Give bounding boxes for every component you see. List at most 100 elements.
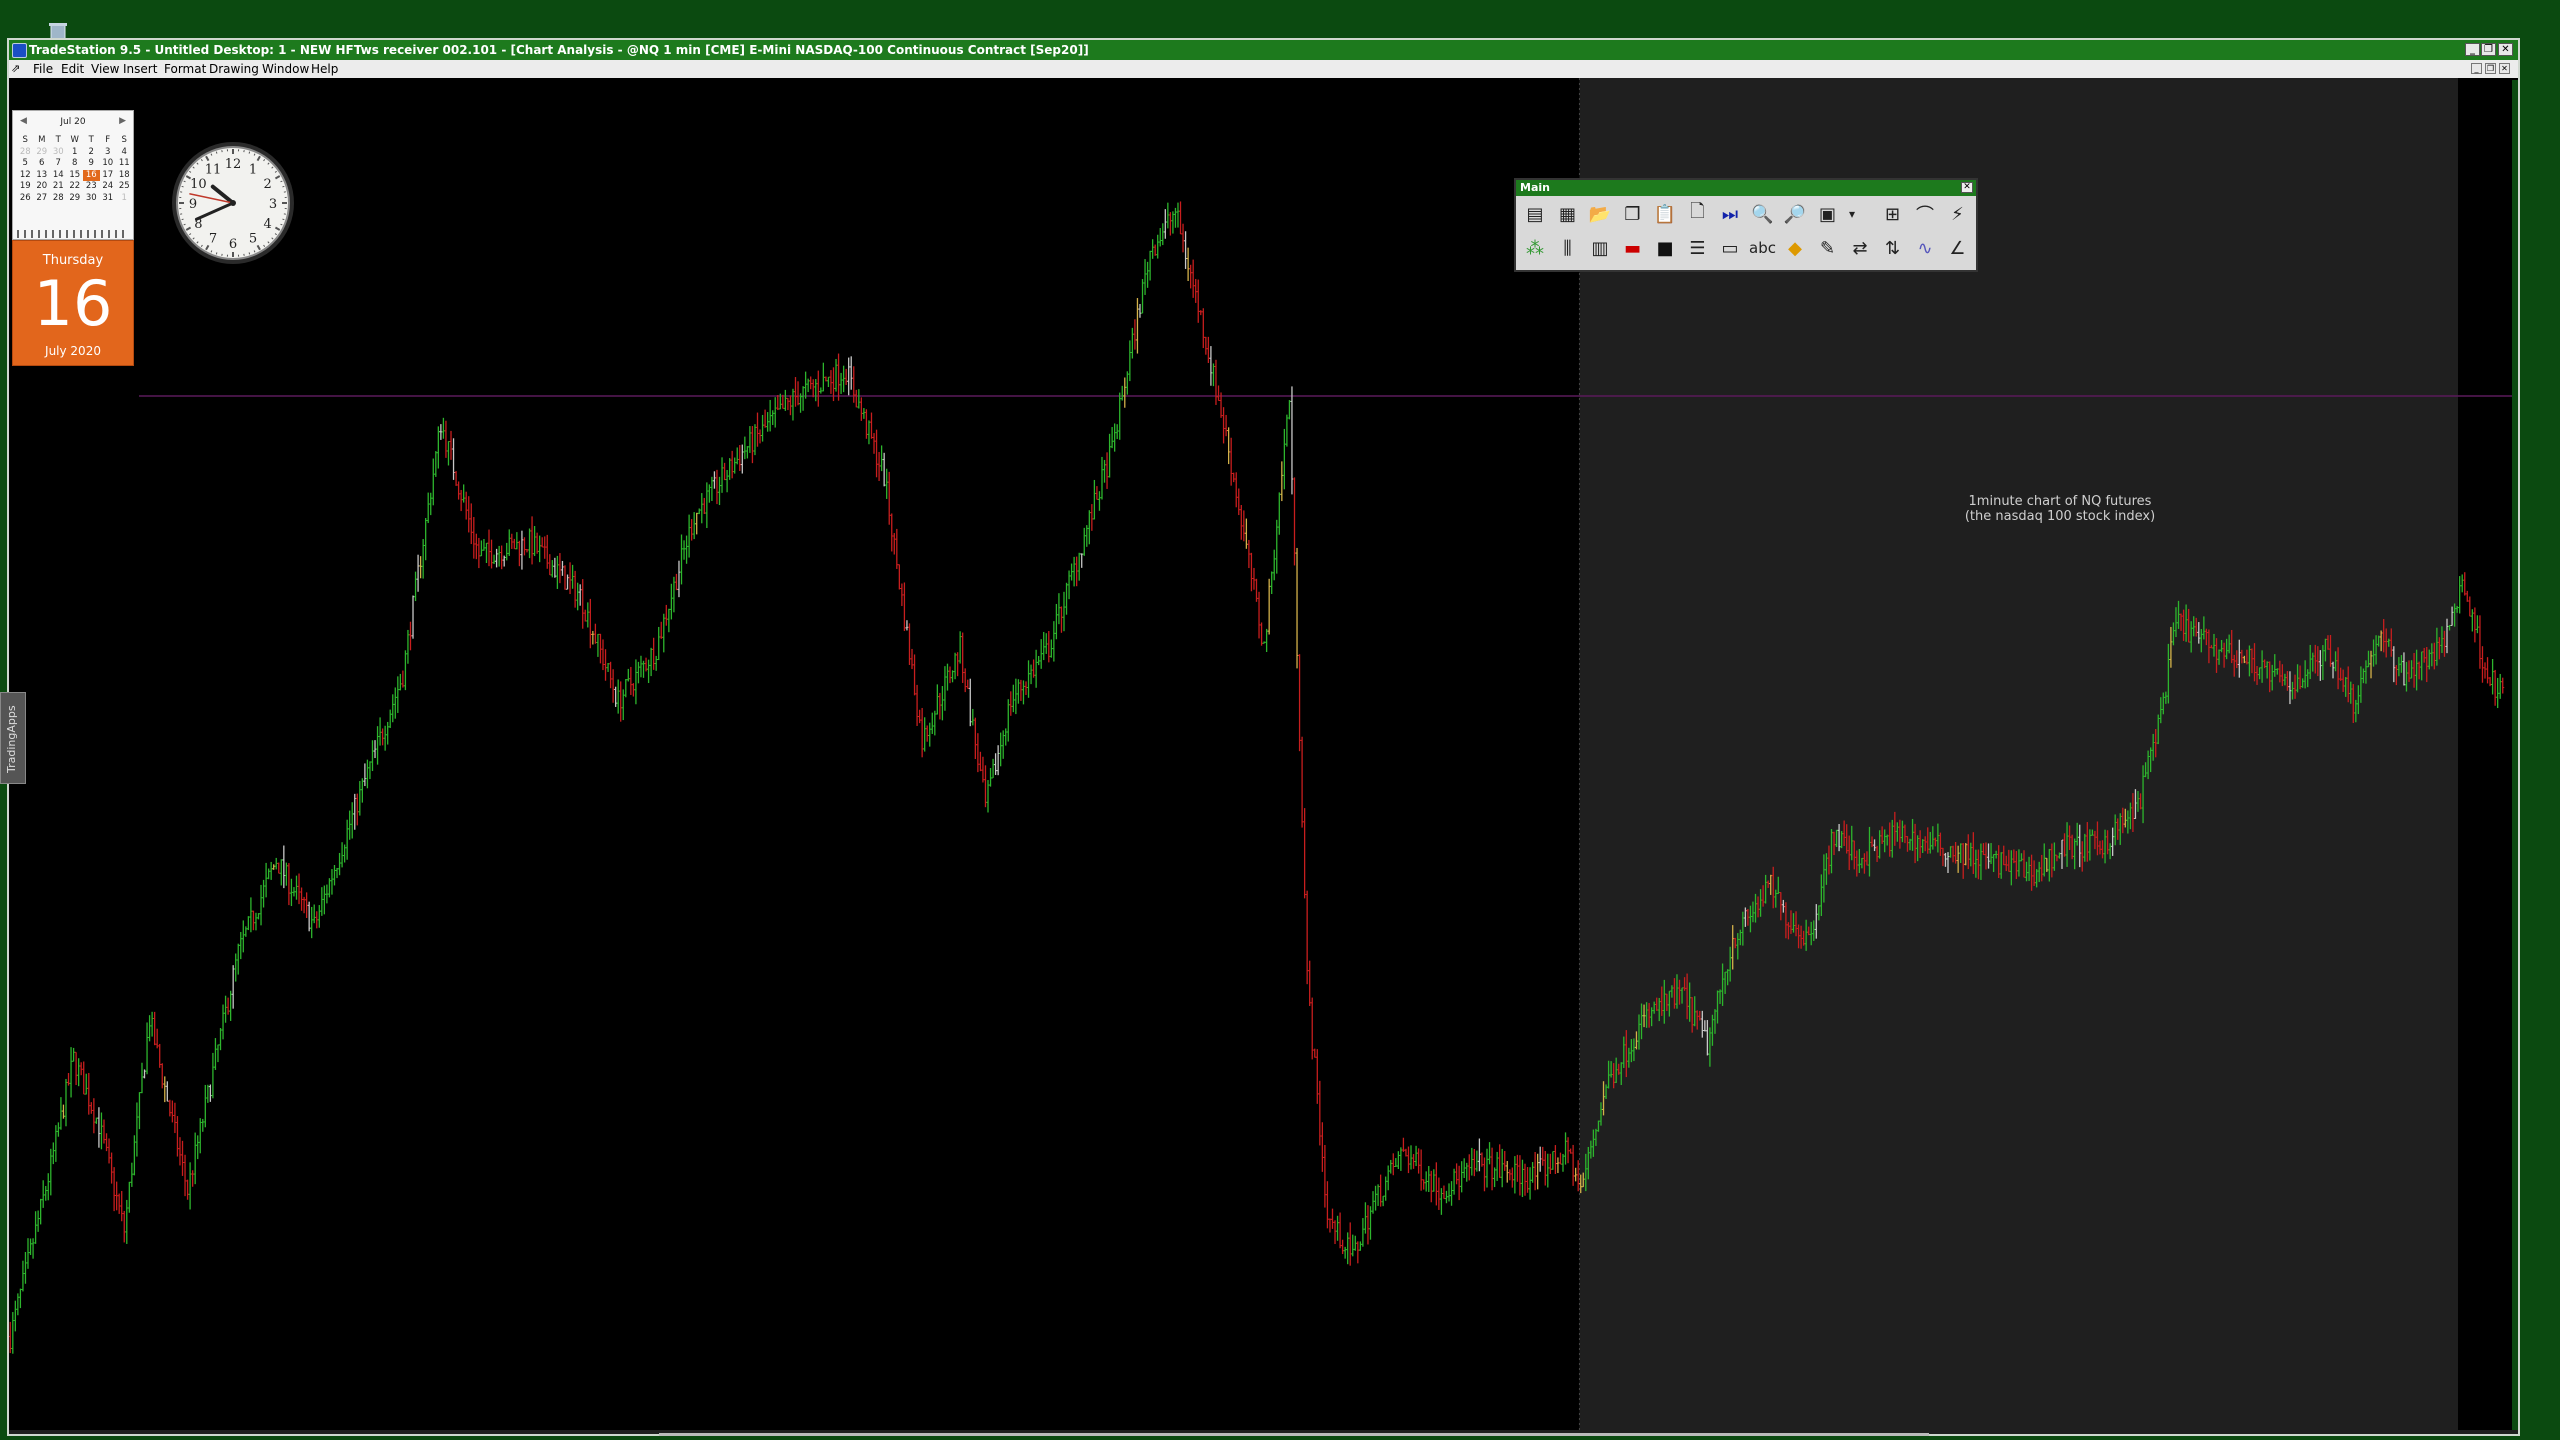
calendar-day[interactable]: 27: [34, 193, 51, 205]
price-bar: [1358, 1241, 1362, 1251]
wave-icon[interactable]: ∿: [1911, 234, 1939, 262]
eraser-icon[interactable]: ◆: [1781, 234, 1809, 262]
horizontal-scrollbar[interactable]: [659, 1433, 1929, 1436]
rounded-rect-icon[interactable]: ▭: [1716, 234, 1744, 262]
toolbar-titlebar[interactable]: Main ✕: [1516, 180, 1976, 196]
calendar-day[interactable]: 4: [116, 147, 133, 159]
trend-arrow-icon[interactable]: ⇅: [1879, 234, 1907, 262]
dropdown-icon[interactable]: ▾: [1846, 200, 1858, 228]
zoom-out-icon[interactable]: 🔎: [1781, 200, 1809, 228]
calendar-day[interactable]: 19: [17, 181, 34, 193]
calendar-day[interactable]: 2: [83, 147, 100, 159]
price-bar: [1523, 1163, 1527, 1196]
calendar-day[interactable]: 25: [116, 181, 133, 193]
zoom-in-icon[interactable]: 🔍: [1749, 200, 1777, 228]
menu-file[interactable]: File: [33, 60, 53, 78]
calendar-day[interactable]: 26: [17, 193, 34, 205]
calendar-day[interactable]: 16: [83, 169, 100, 181]
calendar-day[interactable]: 10: [100, 158, 117, 170]
calendar-day[interactable]: 22: [67, 181, 84, 193]
price-bar: [388, 709, 392, 728]
calendar-day[interactable]: 7: [50, 158, 67, 170]
pencil-icon[interactable]: ✎: [1814, 234, 1842, 262]
price-bar: [26, 1238, 30, 1269]
calendar-day[interactable]: 17: [100, 170, 117, 182]
mdi-minimize-button[interactable]: _: [2471, 63, 2482, 74]
calendar-day[interactable]: 8: [67, 158, 84, 170]
mdi-restore-button[interactable]: ❐: [2485, 63, 2496, 74]
calendar-day[interactable]: 13: [34, 170, 51, 182]
calendar-next-icon[interactable]: ▶: [119, 116, 126, 126]
menu-window[interactable]: Window: [262, 60, 309, 78]
calendar-day[interactable]: 30: [83, 193, 100, 205]
chart-analysis-icon[interactable]: ▤: [1521, 200, 1549, 228]
menu-drawing[interactable]: Drawing: [209, 60, 259, 78]
calendar-day[interactable]: 1: [116, 193, 133, 205]
symbol-color-icon[interactable]: ▬: [1619, 234, 1647, 262]
price-bar: [221, 1004, 225, 1040]
restore-button[interactable]: ❐: [2481, 43, 2496, 56]
new-page-icon[interactable]: 🗋: [1684, 200, 1712, 228]
calendar-day[interactable]: 23: [83, 181, 100, 193]
text-abc-icon[interactable]: abc: [1749, 234, 1777, 262]
price-chart[interactable]: [9, 78, 2518, 1430]
fib-tool-icon[interactable]: ⚡: [1944, 200, 1972, 228]
curve-tool-icon[interactable]: ⌒: [1911, 200, 1939, 228]
mdi-close-button[interactable]: ✕: [2499, 63, 2510, 74]
radar-screen-icon[interactable]: ▦: [1554, 200, 1582, 228]
mdi-doc-icon[interactable]: ⇗: [11, 60, 20, 78]
title-bar[interactable]: TradeStation 9.5 - Untitled Desktop: 1 -…: [9, 40, 2518, 60]
price-bar: [411, 595, 415, 639]
price-bar: [279, 859, 283, 886]
calendar-day[interactable]: 14: [50, 170, 67, 182]
data-window-icon[interactable]: ▣: [1814, 200, 1842, 228]
angle-tool-icon[interactable]: ∠: [1944, 234, 1972, 262]
open-folder-icon[interactable]: 📂: [1586, 200, 1614, 228]
toolbar-close-button[interactable]: ✕: [1961, 182, 1973, 193]
calendar-day[interactable]: 12: [17, 170, 34, 182]
calendar-day[interactable]: 20: [34, 181, 51, 193]
calendar-day[interactable]: 21: [50, 181, 67, 193]
price-bar: [2468, 596, 2472, 617]
indicator-icon[interactable]: ⁂: [1521, 234, 1549, 262]
calendar-day[interactable]: 1: [67, 147, 84, 159]
calendar-day[interactable]: 29: [34, 147, 51, 159]
price-bar: [1234, 472, 1238, 508]
menu-edit[interactable]: Edit: [61, 60, 84, 78]
bar-style-icon[interactable]: ⫼: [1554, 234, 1582, 262]
price-bar: [69, 1047, 73, 1098]
insert-grid-icon[interactable]: ⊞: [1879, 200, 1907, 228]
price-bar: [930, 712, 934, 734]
lines-icon[interactable]: ☰: [1684, 234, 1712, 262]
camera-icon[interactable]: ■: [1651, 234, 1679, 262]
calendar-day[interactable]: 3: [100, 147, 117, 159]
calendar-day[interactable]: 28: [17, 147, 34, 159]
close-button[interactable]: ✕: [2498, 43, 2513, 56]
menu-view[interactable]: View: [91, 60, 119, 78]
format-window-icon[interactable]: ▥: [1586, 234, 1614, 262]
calendar-day[interactable]: 18: [116, 170, 133, 182]
calendar-day[interactable]: 28: [50, 193, 67, 205]
calendar-day[interactable]: 11: [116, 158, 133, 170]
calendar-day[interactable]: 9: [83, 158, 100, 170]
tradingapps-tab[interactable]: TradingApps: [0, 692, 26, 784]
order-line-icon[interactable]: ⇄: [1846, 234, 1874, 262]
menu-insert[interactable]: Insert: [123, 60, 157, 78]
skip-to-end-icon[interactable]: ⏭: [1716, 200, 1744, 228]
calendar-day[interactable]: 6: [34, 158, 51, 170]
calendar-day[interactable]: 24: [100, 181, 117, 193]
menu-help[interactable]: Help: [311, 60, 338, 78]
calendar-day[interactable]: 30: [50, 147, 67, 159]
calendar-gadget[interactable]: ◀ Jul 20 ▶ S M T W T F S 28 29 30 1 2 3 4 5 6 7 8 9 10 11 12 1…: [12, 110, 134, 240]
calendar-day[interactable]: 15: [67, 170, 84, 182]
copy-icon[interactable]: ❐: [1619, 200, 1647, 228]
calendar-day[interactable]: 5: [17, 158, 34, 170]
minimize-button[interactable]: _: [2465, 43, 2480, 56]
menu-format[interactable]: Format: [164, 60, 206, 78]
price-bar: [251, 910, 255, 931]
price-bar: [1442, 1185, 1446, 1200]
paste-icon[interactable]: 📋: [1651, 200, 1679, 228]
calendar-day[interactable]: 31: [100, 193, 117, 205]
chart-canvas[interactable]: [9, 78, 2518, 1430]
calendar-day[interactable]: 29: [67, 193, 84, 205]
